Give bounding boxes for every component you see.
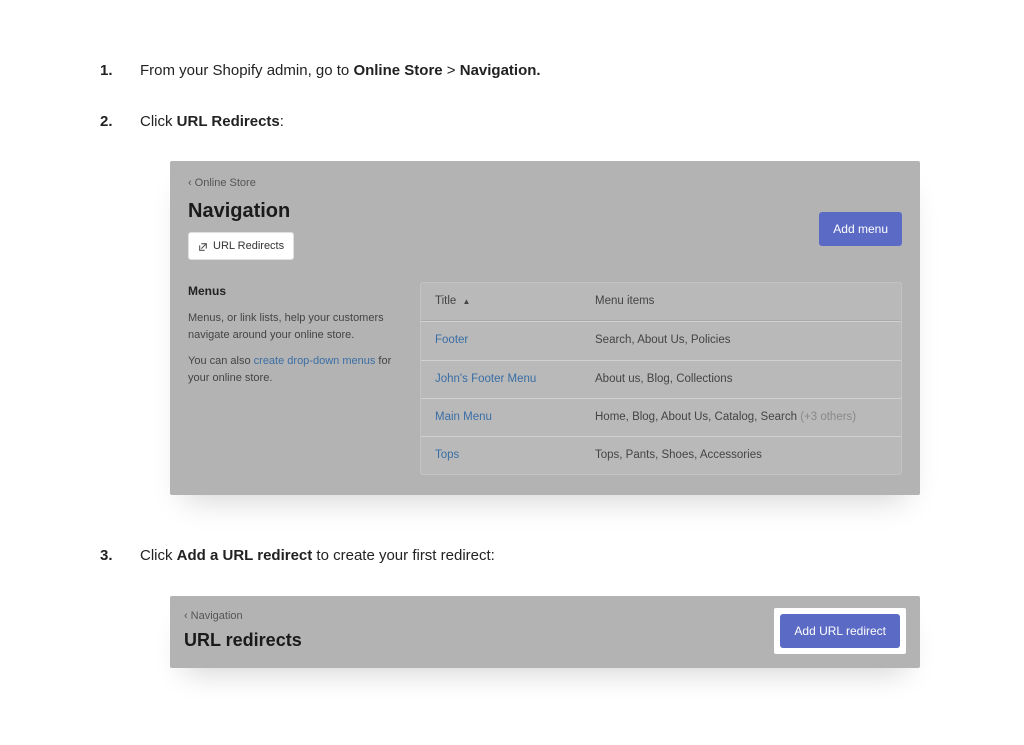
menus-table: Title ▲ Menu items Footer Search, About …	[420, 282, 902, 475]
step-text-part: From your Shopify admin, go to	[140, 62, 353, 79]
url-redirects-button[interactable]: URL Redirects	[188, 232, 294, 261]
breadcrumb-label: Navigation	[191, 610, 243, 622]
step-3: 3. Click Add a URL redirect to create yo…	[100, 545, 924, 568]
menus-paragraph: Menus, or link lists, help your customer…	[188, 310, 398, 343]
url-redirects-label: URL Redirects	[213, 238, 284, 255]
chevron-left-icon: ‹	[184, 610, 188, 622]
table-header: Title ▲ Menu items	[421, 283, 901, 321]
step-text: From your Shopify admin, go to Online St…	[140, 60, 924, 83]
step-text-bold: Online Store	[353, 62, 442, 79]
items-text: Home, Blog, About Us, Catalog, Search	[595, 411, 800, 423]
step-text-part: to create your first redirect:	[312, 547, 495, 564]
sort-asc-icon: ▲	[463, 297, 471, 306]
breadcrumb-label: Online Store	[195, 177, 256, 189]
menu-items-cell: Search, About Us, Policies	[595, 332, 887, 349]
step-text-part: Click	[140, 113, 177, 130]
page-title: URL redirects	[184, 627, 302, 654]
menu-title-link[interactable]: Footer	[435, 332, 595, 349]
menu-items-cell: About us, Blog, Collections	[595, 371, 887, 388]
navigation-screenshot: ‹Online Store Navigation URL Redirects A…	[170, 161, 920, 495]
breadcrumb[interactable]: ‹Navigation	[184, 608, 302, 625]
step-number: 2.	[100, 111, 140, 134]
add-menu-button[interactable]: Add menu	[819, 212, 902, 246]
table-row[interactable]: John's Footer Menu About us, Blog, Colle…	[421, 360, 901, 398]
col-header-title[interactable]: Title ▲	[435, 293, 595, 310]
text-part: You can also	[188, 355, 254, 367]
table-row[interactable]: Footer Search, About Us, Policies	[421, 321, 901, 359]
header-label: Title	[435, 295, 456, 307]
step-text-bold: Add a URL redirect	[177, 547, 313, 564]
step-text-part: :	[280, 113, 284, 130]
menu-title-link[interactable]: Main Menu	[435, 409, 595, 426]
step-text-bold: Navigation.	[460, 62, 541, 79]
menu-title-link[interactable]: John's Footer Menu	[435, 371, 595, 388]
breadcrumb[interactable]: ‹Online Store	[188, 175, 902, 192]
external-link-icon	[198, 241, 208, 251]
table-row[interactable]: Main Menu Home, Blog, About Us, Catalog,…	[421, 398, 901, 436]
step-1: 1. From your Shopify admin, go to Online…	[100, 60, 924, 83]
menus-paragraph: You can also create drop-down menus for …	[188, 353, 398, 386]
menu-items-cell: Home, Blog, About Us, Catalog, Search (+…	[595, 409, 887, 426]
step-text-part: Click	[140, 547, 177, 564]
step-text: Click Add a URL redirect to create your …	[140, 545, 924, 568]
step-text-bold: URL Redirects	[177, 113, 280, 130]
step-text-part: >	[443, 62, 460, 79]
step-2: 2. Click URL Redirects:	[100, 111, 924, 134]
step-number: 1.	[100, 60, 140, 83]
table-row[interactable]: Tops Tops, Pants, Shoes, Accessories	[421, 436, 901, 474]
highlight-box: Add URL redirect	[774, 608, 906, 654]
add-url-redirect-button[interactable]: Add URL redirect	[780, 614, 900, 648]
url-redirects-screenshot: ‹Navigation URL redirects Add URL redire…	[170, 596, 920, 669]
menu-items-cell: Tops, Pants, Shoes, Accessories	[595, 447, 887, 464]
page-title: Navigation	[188, 196, 294, 226]
menu-title-link[interactable]: Tops	[435, 447, 595, 464]
create-dropdown-link[interactable]: create drop-down menus	[254, 355, 376, 367]
menus-description: Menus Menus, or link lists, help your cu…	[188, 282, 398, 475]
menus-heading: Menus	[188, 282, 398, 300]
step-number: 3.	[100, 545, 140, 568]
items-extra: (+3 others)	[800, 411, 856, 423]
col-header-items: Menu items	[595, 293, 887, 310]
step-text: Click URL Redirects:	[140, 111, 924, 134]
chevron-left-icon: ‹	[188, 177, 192, 189]
